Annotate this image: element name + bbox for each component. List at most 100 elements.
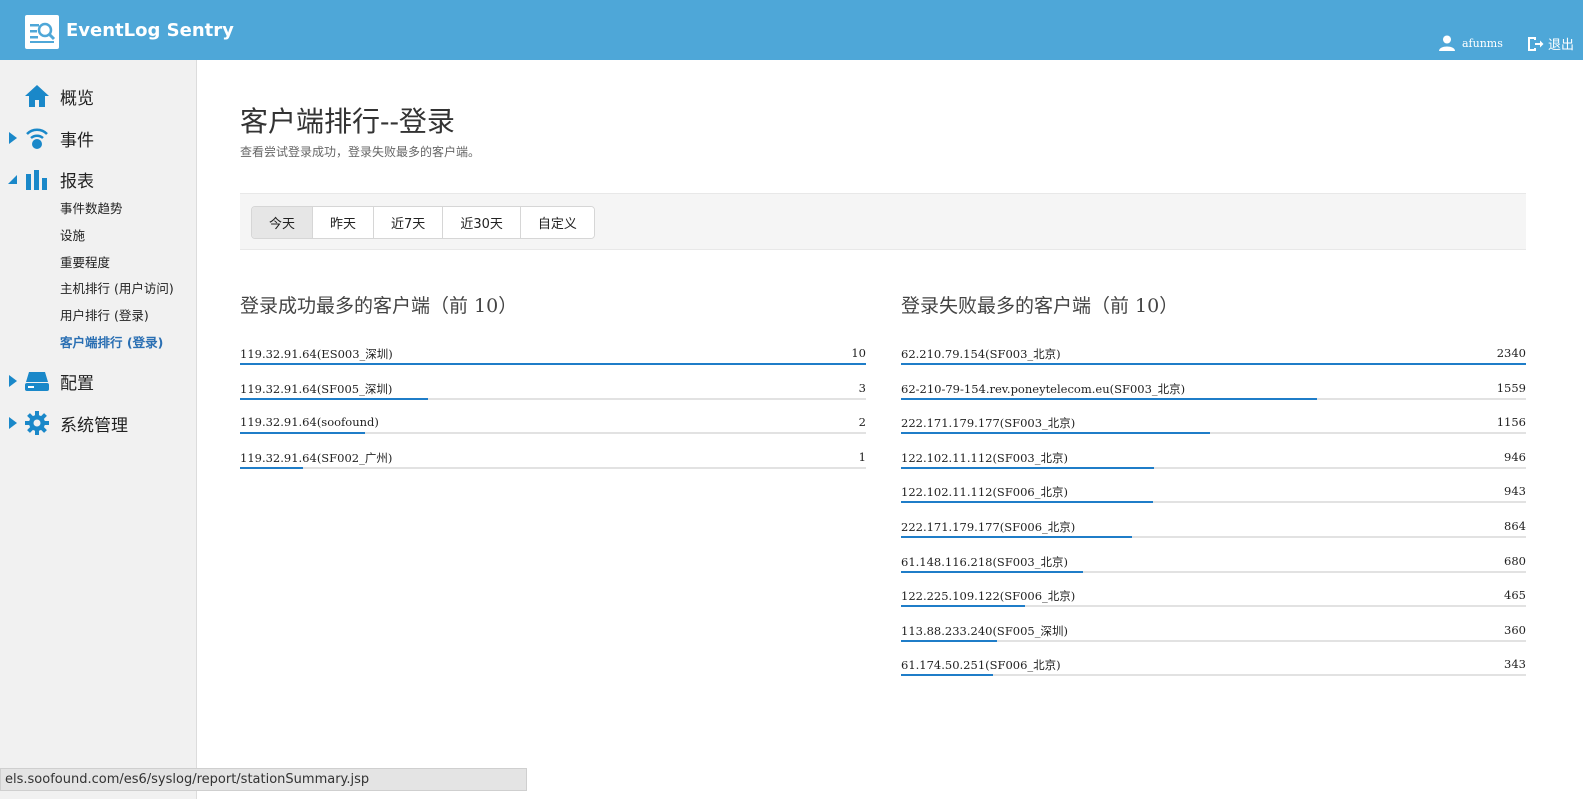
list-item[interactable]: 119.32.91.64(SF002_广州) 1	[240, 444, 866, 479]
sidebar-item-label: 概览	[60, 88, 94, 109]
login-count: 3	[858, 380, 866, 395]
sidebar-item-label: 系统管理	[60, 415, 128, 436]
progress-bar	[901, 639, 998, 642]
progress-bar	[901, 466, 1154, 469]
list-item[interactable]: 122.102.11.112(SF006_北京) 943	[901, 478, 1526, 513]
app-title: EventLog Sentry	[66, 20, 234, 41]
signal-icon	[26, 128, 48, 149]
client-name: 222.171.179.177(SF003_北京)	[901, 416, 1076, 431]
login-count: 465	[1504, 588, 1526, 603]
sidebar-item-events[interactable]: 事件	[0, 124, 196, 152]
client-name: 62.210.79.154(SF003_北京)	[901, 347, 1061, 361]
user-icon	[1439, 35, 1455, 51]
login-count: 943	[1504, 484, 1526, 499]
expand-arrow-icon	[9, 417, 17, 429]
list-item[interactable]: 113.88.233.240(SF005_深圳) 360	[901, 617, 1526, 652]
list-item[interactable]: 222.171.179.177(SF003_北京) 1156	[901, 409, 1526, 444]
sidebar-item-label: 事件	[60, 130, 94, 151]
gear-icon	[25, 411, 49, 435]
login-count: 343	[1504, 657, 1526, 672]
collapse-arrow-icon	[8, 175, 17, 184]
sidebar-item-overview[interactable]: 概览	[0, 82, 196, 110]
home-icon	[25, 85, 49, 107]
tab-last-7-days[interactable]: 近7天	[373, 207, 443, 238]
tab-yesterday[interactable]: 昨天	[312, 207, 374, 238]
progress-bar	[901, 674, 993, 677]
progress-track	[240, 466, 866, 469]
app-logo-icon[interactable]	[25, 15, 59, 49]
client-name: 122.225.109.122(SF006_北京)	[901, 589, 1076, 604]
progress-bar	[240, 363, 866, 365]
progress-bar	[901, 535, 1132, 538]
client-name: 119.32.91.64(soofound)	[240, 415, 379, 430]
sidebar-item-label: 配置	[60, 373, 94, 394]
client-name: 61.148.116.218(SF003_北京)	[901, 554, 1068, 569]
sidebar-subitem-user-ranking[interactable]: 用户排行 (登录)	[60, 305, 149, 324]
list-item[interactable]: 222.171.179.177(SF006_北京) 864	[901, 513, 1526, 548]
expand-arrow-icon	[9, 375, 17, 387]
username-label: afunms	[1462, 36, 1503, 50]
tab-today[interactable]: 今天	[252, 207, 313, 238]
tab-last-30-days[interactable]: 近30天	[442, 207, 520, 238]
fail-ranking-list: 62.210.79.154(SF003_北京) 2340 62-210-79-154…	[901, 340, 1526, 686]
progress-track	[901, 639, 1526, 642]
login-count: 680	[1504, 553, 1526, 568]
logout-label: 退出	[1548, 38, 1575, 53]
progress-track	[901, 397, 1526, 400]
logout-button[interactable]: 退出	[1526, 34, 1574, 53]
progress-track	[901, 501, 1526, 504]
tab-custom[interactable]: 自定义	[519, 207, 594, 238]
client-name: 61.174.50.251(SF006_北京)	[901, 658, 1061, 673]
sidebar-subitem-event-trend[interactable]: 事件数趋势	[60, 198, 123, 217]
client-name: 222.171.179.177(SF006_北京)	[901, 519, 1076, 534]
sidebar-subitem-host-ranking[interactable]: 主机排行 (用户访问)	[60, 278, 174, 297]
top-header: EventLog Sentry afunms 退出	[0, 0, 1583, 60]
list-item[interactable]: 119.32.91.64(soofound) 2	[240, 409, 866, 444]
list-item[interactable]: 122.225.109.122(SF006_北京) 465	[901, 582, 1526, 617]
sidebar-item-reports[interactable]: 报表	[0, 165, 196, 193]
success-ranking-list: 119.32.91.64(ES003_深圳) 10 119.32.91.64(SF0…	[240, 340, 866, 478]
list-item[interactable]: 122.102.11.112(SF003_北京) 946	[901, 444, 1526, 479]
list-item[interactable]: 119.32.91.64(ES003_深圳) 10	[240, 340, 866, 375]
progress-bar	[901, 501, 1153, 504]
login-count: 360	[1504, 622, 1526, 637]
list-item[interactable]: 119.32.91.64(SF005_深圳) 3	[240, 375, 866, 410]
date-range-tabs: 今天 昨天 近7天 近30天 自定义	[251, 206, 595, 239]
login-count: 2340	[1496, 346, 1526, 360]
login-count: 2	[858, 415, 866, 430]
sidebar-subitem-client-ranking[interactable]: 客户端排行 (登录)	[60, 332, 163, 351]
progress-track	[901, 535, 1526, 538]
page-title: 客户端排行--登录	[240, 105, 455, 138]
logout-icon	[1528, 36, 1544, 51]
sidebar-subitem-severity[interactable]: 重要程度	[60, 252, 110, 271]
user-menu[interactable]: afunms	[1438, 34, 1503, 52]
progress-track	[901, 674, 1526, 677]
progress-bar	[240, 432, 366, 435]
progress-track	[901, 466, 1526, 469]
progress-bar	[901, 397, 1318, 400]
success-section-title: 登录成功最多的客户端（前 10）	[240, 295, 518, 317]
expand-arrow-icon	[9, 132, 17, 144]
list-item[interactable]: 62-210-79-154.rev.poneytelecom.eu(SF003_…	[901, 375, 1526, 410]
list-item[interactable]: 61.174.50.251(SF006_北京) 343	[901, 651, 1526, 686]
login-count: 1	[858, 449, 866, 464]
client-name: 119.32.91.64(ES003_深圳)	[240, 347, 393, 361]
list-item[interactable]: 61.148.116.218(SF003_北京) 680	[901, 548, 1526, 583]
progress-bar	[901, 605, 1026, 608]
device-icon	[25, 372, 49, 391]
progress-track	[901, 363, 1526, 365]
client-name: 122.102.11.112(SF003_北京)	[901, 450, 1068, 465]
progress-track	[240, 363, 866, 365]
client-name: 113.88.233.240(SF005_深圳)	[901, 623, 1068, 638]
login-count: 864	[1504, 518, 1526, 533]
sidebar-item-label: 报表	[60, 171, 94, 192]
progress-track	[240, 432, 866, 435]
date-filter-panel: 今天 昨天 近7天 近30天 自定义	[240, 193, 1526, 250]
progress-track	[240, 397, 866, 400]
sidebar-subitem-facility[interactable]: 设施	[60, 225, 85, 244]
progress-track	[901, 570, 1526, 573]
sidebar-item-config[interactable]: 配置	[0, 367, 196, 395]
sidebar-item-system-admin[interactable]: 系统管理	[0, 409, 196, 437]
list-item[interactable]: 62.210.79.154(SF003_北京) 2340	[901, 340, 1526, 375]
progress-track	[901, 605, 1526, 608]
